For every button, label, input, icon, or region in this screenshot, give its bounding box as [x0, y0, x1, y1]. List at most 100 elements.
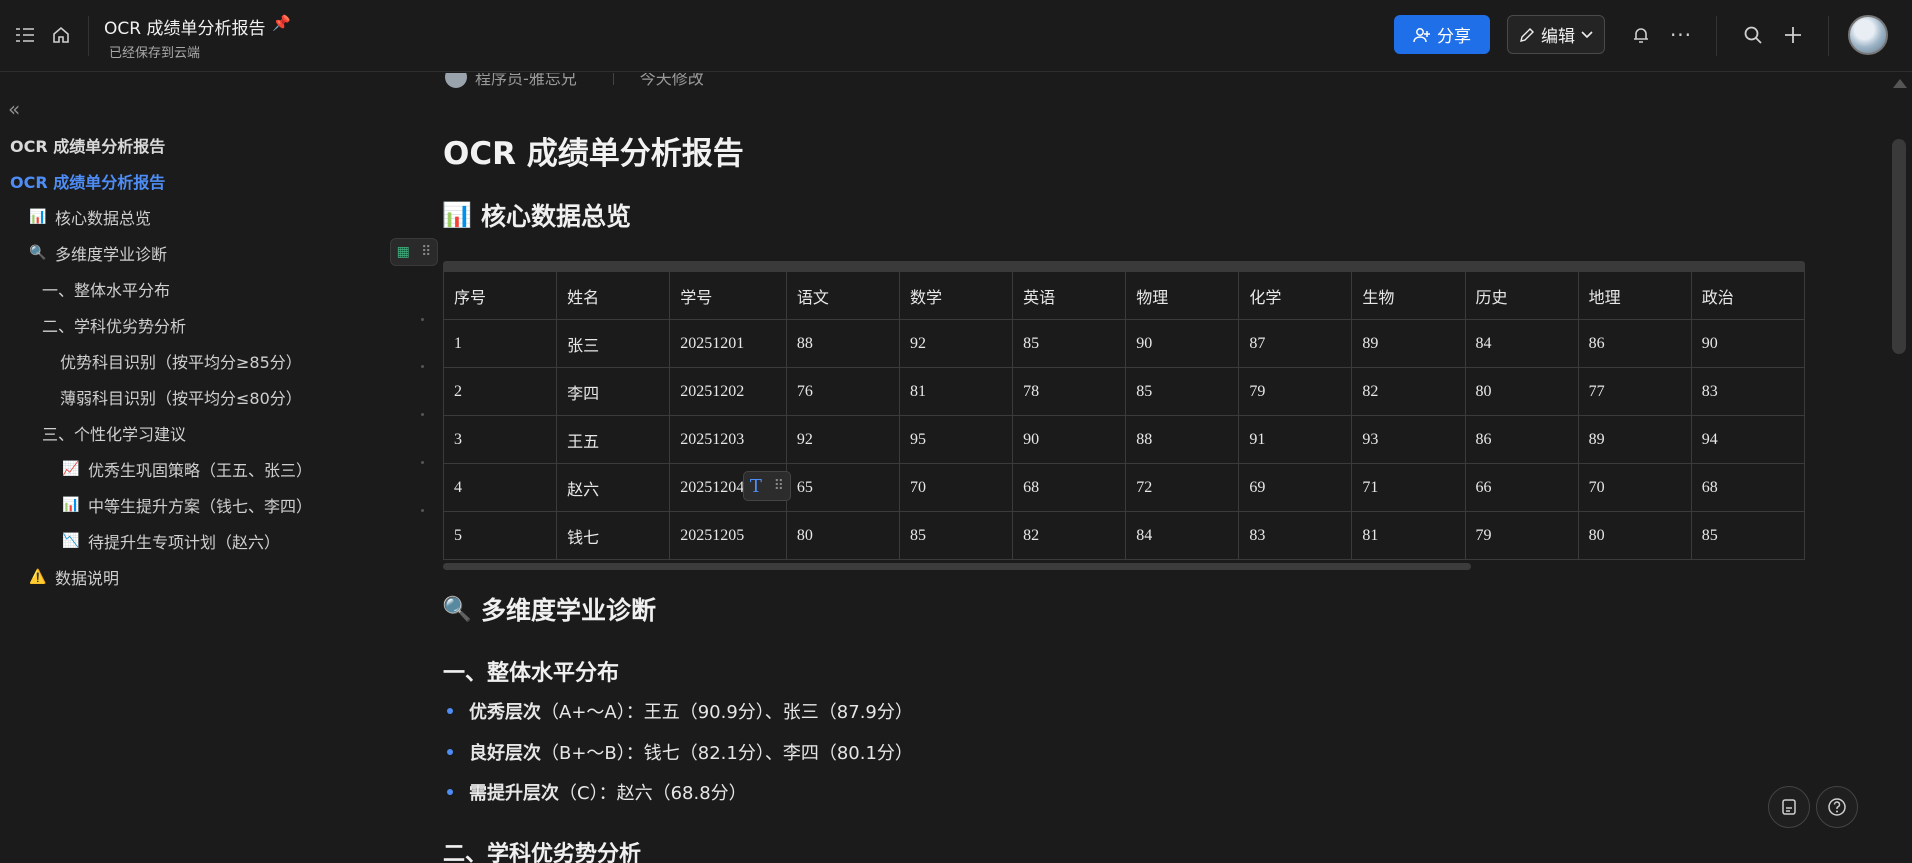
table-cell[interactable]: 80: [785, 511, 900, 560]
table-cell[interactable]: 85: [898, 511, 1014, 560]
table-header-cell[interactable]: 语文: [785, 271, 900, 320]
collapse-sidebar-icon[interactable]: «: [8, 97, 20, 121]
bell-icon[interactable]: [1628, 22, 1654, 48]
table-cell[interactable]: 87: [1238, 319, 1353, 368]
table-cell[interactable]: 80: [1577, 511, 1692, 560]
table-cell[interactable]: 86: [1577, 319, 1692, 368]
table-cell[interactable]: 1: [443, 319, 558, 368]
table-cell[interactable]: 77: [1577, 367, 1692, 416]
table-cell[interactable]: 2: [443, 367, 558, 416]
page-history-button[interactable]: [1768, 786, 1810, 828]
table-header-cell[interactable]: 序号: [443, 271, 558, 320]
table-cell[interactable]: 72: [1125, 463, 1240, 512]
table-cell[interactable]: 86: [1464, 415, 1579, 464]
table-cell[interactable]: 76: [785, 367, 900, 416]
table-cell[interactable]: 95: [898, 415, 1014, 464]
page-vertical-scrollbar[interactable]: [1888, 73, 1912, 863]
table-cell[interactable]: 李四: [556, 367, 671, 416]
table-cell[interactable]: 80: [1464, 367, 1579, 416]
table-cell[interactable]: 90: [1012, 415, 1127, 464]
table-cell[interactable]: 85: [1012, 319, 1127, 368]
table-horizontal-scrollbar[interactable]: [443, 563, 1471, 570]
sidebar-item-weak-subjects[interactable]: 薄弱科目识别（按平均分≤80分）: [60, 385, 302, 409]
outline-toggle-icon[interactable]: [12, 22, 38, 48]
table-cell[interactable]: 84: [1464, 319, 1579, 368]
table-cell[interactable]: 70: [1577, 463, 1692, 512]
table-cell[interactable]: 钱七: [556, 511, 671, 560]
sidebar-item-subject-analysis[interactable]: 二、学科优劣势分析: [42, 313, 186, 337]
help-button[interactable]: [1816, 786, 1858, 828]
table-cell[interactable]: 4: [443, 463, 558, 512]
table-cell[interactable]: 68: [1012, 463, 1127, 512]
table-cell[interactable]: 89: [1577, 415, 1692, 464]
table-cell[interactable]: 79: [1238, 367, 1353, 416]
text-format-icon[interactable]: T: [750, 476, 762, 497]
table-cell[interactable]: 81: [898, 367, 1014, 416]
sidebar-item-core-data[interactable]: 📊 核心数据总览: [29, 205, 151, 229]
table-cell[interactable]: 92: [898, 319, 1014, 368]
table-cell[interactable]: 69: [1238, 463, 1353, 512]
table-header-cell[interactable]: 数学: [898, 271, 1014, 320]
table-cell[interactable]: 85: [1690, 511, 1805, 560]
table-cell[interactable]: 91: [1238, 415, 1353, 464]
table-cell[interactable]: 79: [1464, 511, 1579, 560]
sidebar-item-excellent-strategy[interactable]: 📈 优秀生巩固策略（王五、张三）: [62, 457, 312, 481]
table-cell[interactable]: 84: [1125, 511, 1240, 560]
sidebar-item-improve-plan[interactable]: 📉 待提升生专项计划（赵六）: [62, 529, 280, 553]
table-cell[interactable]: 90: [1125, 319, 1240, 368]
table-cell[interactable]: 89: [1351, 319, 1466, 368]
sidebar-item-data-notes[interactable]: ⚠️ 数据说明: [29, 565, 119, 589]
scroll-up-icon[interactable]: [1893, 79, 1907, 88]
table-cell[interactable]: 赵六: [556, 463, 671, 512]
search-icon[interactable]: [1740, 22, 1766, 48]
table-cell[interactable]: 92: [785, 415, 900, 464]
table-cell[interactable]: 65: [785, 463, 900, 512]
document-title[interactable]: OCR 成绩单分析报告: [104, 14, 265, 39]
table-header-cell[interactable]: 姓名: [556, 271, 671, 320]
table-header-cell[interactable]: 生物: [1351, 271, 1466, 320]
table-cell[interactable]: 5: [443, 511, 558, 560]
table-cell[interactable]: 82: [1012, 511, 1127, 560]
table-cell[interactable]: 78: [1012, 367, 1127, 416]
table-cell[interactable]: 20251201: [669, 319, 787, 368]
cell-toolbar[interactable]: T ⠿: [743, 471, 791, 501]
more-icon[interactable]: ···: [1668, 22, 1694, 48]
author-name[interactable]: 程序员-雅忘兄: [475, 73, 577, 89]
table-header-cell[interactable]: 政治: [1690, 271, 1805, 320]
table-cell[interactable]: 88: [1125, 415, 1240, 464]
sidebar-item-strong-subjects[interactable]: 优势科目识别（按平均分≥85分）: [60, 349, 302, 373]
table-cell[interactable]: 张三: [556, 319, 671, 368]
table-cell[interactable]: 66: [1464, 463, 1579, 512]
drag-handle-icon[interactable]: ⠿: [774, 478, 784, 494]
table-cell[interactable]: 85: [1125, 367, 1240, 416]
sidebar-item-middle-plan[interactable]: 📊 中等生提升方案（钱七、李四）: [62, 493, 312, 517]
table-cell[interactable]: 70: [898, 463, 1014, 512]
table-cell[interactable]: 83: [1690, 367, 1805, 416]
table-column-bar[interactable]: [443, 261, 1805, 271]
edit-button[interactable]: 编辑: [1507, 15, 1605, 54]
table-header-cell[interactable]: 学号: [669, 271, 787, 320]
table-cell[interactable]: 王五: [556, 415, 671, 464]
table-header-cell[interactable]: 历史: [1464, 271, 1579, 320]
table-cell[interactable]: 68: [1690, 463, 1805, 512]
pin-icon[interactable]: 📌: [272, 14, 291, 32]
table-header-cell[interactable]: 地理: [1577, 271, 1692, 320]
home-icon[interactable]: [48, 22, 74, 48]
sidebar-doc-title[interactable]: OCR 成绩单分析报告: [10, 133, 165, 157]
table-cell[interactable]: 81: [1351, 511, 1466, 560]
sidebar-item-title[interactable]: OCR 成绩单分析报告: [10, 169, 165, 193]
sidebar-item-overall[interactable]: 一、整体水平分布: [42, 277, 170, 301]
avatar[interactable]: [1848, 15, 1888, 55]
plus-icon[interactable]: [1780, 22, 1806, 48]
table-cell[interactable]: 90: [1690, 319, 1805, 368]
table-header-cell[interactable]: 英语: [1012, 271, 1127, 320]
table-cell[interactable]: 71: [1351, 463, 1466, 512]
table-cell[interactable]: 82: [1351, 367, 1466, 416]
table-cell[interactable]: 94: [1690, 415, 1805, 464]
sidebar-item-diagnosis[interactable]: 🔍 多维度学业诊断: [29, 241, 167, 265]
sidebar-item-suggestions[interactable]: 三、个性化学习建议: [42, 421, 186, 445]
table-cell[interactable]: 20251203: [669, 415, 787, 464]
table-header-cell[interactable]: 物理: [1125, 271, 1240, 320]
table-cell[interactable]: 88: [785, 319, 900, 368]
table-cell[interactable]: 3: [443, 415, 558, 464]
